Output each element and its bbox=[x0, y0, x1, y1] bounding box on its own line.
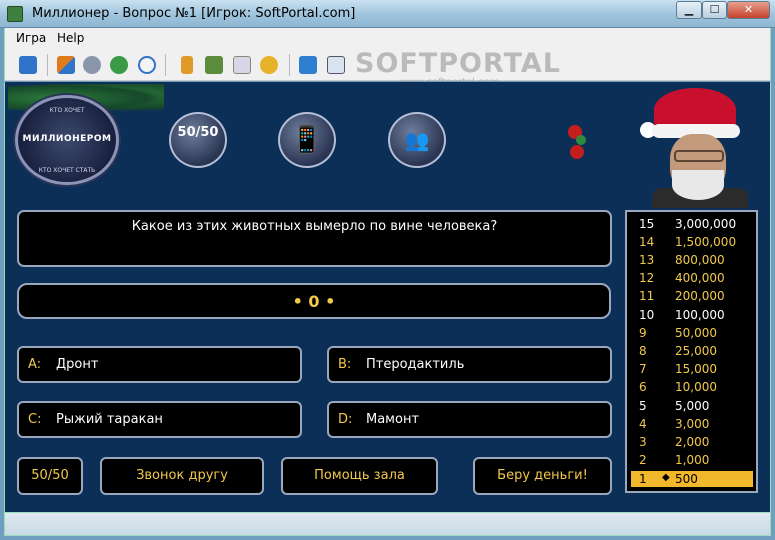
answer-text: Мамонт bbox=[366, 412, 420, 427]
prize-ladder: 15 3,000,000 14 1,500,000 13 800,000 12 400,… bbox=[625, 210, 758, 493]
prize-rung: 9 50,000 bbox=[639, 326, 717, 340]
prize-rung: 8 25,000 bbox=[639, 344, 717, 358]
take-money-button[interactable]: Беру деньги! bbox=[473, 457, 612, 495]
title-bar: Миллионер - Вопрос №1 [Игрок: SoftPortal… bbox=[0, 0, 775, 28]
prize-rung: 7 15,000 bbox=[639, 362, 717, 376]
timer-panel: • 0 • bbox=[17, 283, 611, 319]
toolbar-separator bbox=[289, 54, 290, 76]
prize-rung: 4 3,000 bbox=[639, 417, 710, 431]
lifeline-fifty-icon[interactable]: 50/50 bbox=[169, 112, 227, 168]
timer-display: • 0 • bbox=[292, 292, 336, 311]
prize-rung: 11 200,000 bbox=[639, 289, 725, 303]
prize-rung: 15 3,000,000 bbox=[639, 217, 737, 231]
answer-b-button[interactable]: B: Птеродактиль bbox=[327, 346, 612, 383]
audience-glyph: 👥 bbox=[404, 128, 430, 152]
globe-icon[interactable] bbox=[110, 56, 128, 74]
question-text: Какое из этих животных вымерло по вине ч… bbox=[131, 219, 498, 234]
watermark-logo: SOFTPORTAL bbox=[355, 48, 562, 79]
answer-text: Рыжий таракан bbox=[56, 412, 163, 427]
menu-help[interactable]: Help bbox=[57, 31, 84, 45]
toolbar-separator bbox=[47, 54, 48, 76]
answer-letter: A: bbox=[28, 357, 42, 372]
game-logo: КТО ХОЧЕТ МИЛЛИОНЕРОМ КТО ХОЧЕТ СТАТЬ bbox=[15, 95, 119, 185]
app-icon bbox=[7, 6, 23, 22]
answer-text: Дронт bbox=[56, 357, 99, 372]
phone-glyph: 📱 bbox=[290, 125, 324, 155]
answer-letter: B: bbox=[338, 357, 352, 372]
person-icon[interactable] bbox=[181, 56, 193, 74]
fifty-icon-label: 50/50 bbox=[177, 125, 219, 140]
menu-bar: Игра Help bbox=[4, 28, 771, 49]
answer-text: Птеродактиль bbox=[366, 357, 465, 372]
trophy-icon[interactable] bbox=[260, 56, 278, 74]
prize-rung: 10 100,000 bbox=[639, 308, 725, 322]
ask-audience-label: Помощь зала bbox=[314, 468, 405, 483]
answer-d-button[interactable]: D: Мамонт bbox=[327, 401, 612, 438]
ask-audience-button[interactable]: Помощь зала bbox=[281, 457, 438, 495]
fifty-fifty-button[interactable]: 50/50 bbox=[17, 457, 83, 495]
prize-rung: 12 400,000 bbox=[639, 271, 725, 285]
maximize-button[interactable]: ☐ bbox=[702, 1, 727, 19]
phone-icon[interactable]: 📱 bbox=[278, 112, 336, 168]
answer-c-button[interactable]: C: Рыжий таракан bbox=[17, 401, 302, 438]
stopwatch-icon[interactable] bbox=[138, 56, 156, 74]
take-money-label: Беру деньги! bbox=[497, 468, 588, 483]
window-icon[interactable] bbox=[327, 56, 345, 74]
status-bar bbox=[4, 512, 771, 536]
answer-letter: D: bbox=[338, 412, 353, 427]
host-avatar bbox=[640, 88, 750, 208]
prize-rung: 5 5,000 bbox=[639, 399, 710, 413]
prize-rung: 1 ◆ 500 bbox=[631, 471, 753, 487]
logo-top-text: КТО ХОЧЕТ bbox=[49, 107, 85, 114]
menu-game[interactable]: Игра bbox=[16, 31, 46, 45]
window-title: Миллионер - Вопрос №1 [Игрок: SoftPortal… bbox=[32, 6, 356, 21]
prize-rung: 6 10,000 bbox=[639, 380, 717, 394]
prize-rung: 3 2,000 bbox=[639, 435, 710, 449]
call-friend-button[interactable]: Звонок другу bbox=[100, 457, 264, 495]
close-button[interactable]: ✕ bbox=[727, 1, 770, 19]
question-panel: Какое из этих животных вымерло по вине ч… bbox=[17, 210, 612, 267]
call-friend-label: Звонок другу bbox=[136, 468, 228, 483]
toolbar-separator bbox=[165, 54, 166, 76]
audience-icon[interactable]: 👥 bbox=[388, 112, 446, 168]
answer-a-button[interactable]: A: Дронт bbox=[17, 346, 302, 383]
prize-rung: 2 1,000 bbox=[639, 453, 710, 467]
grid-icon[interactable] bbox=[299, 56, 317, 74]
group-icon[interactable] bbox=[205, 56, 223, 74]
fifty-fifty-label: 50/50 bbox=[31, 468, 69, 483]
prize-rung: 14 1,500,000 bbox=[639, 235, 737, 249]
logo-bottom-text: КТО ХОЧЕТ СТАТЬ bbox=[38, 167, 96, 174]
bird-icon[interactable] bbox=[57, 56, 75, 74]
logo-center-text: МИЛЛИОНЕРОМ bbox=[22, 134, 112, 144]
settings-icon[interactable] bbox=[233, 56, 251, 74]
minimize-button[interactable]: ▁ bbox=[676, 1, 702, 19]
people-icon[interactable] bbox=[83, 56, 101, 74]
answer-letter: C: bbox=[28, 412, 42, 427]
prize-rung: 13 800,000 bbox=[639, 253, 725, 267]
christmas-ornament-icon bbox=[566, 125, 592, 163]
refresh-icon[interactable] bbox=[19, 56, 37, 74]
